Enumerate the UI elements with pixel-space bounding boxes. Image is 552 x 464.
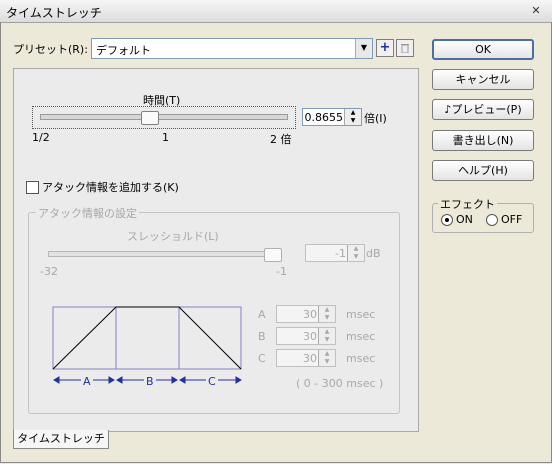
title-bar: タイムストレッチ ✕: [0, 0, 552, 23]
diagram-label-c: C: [206, 375, 218, 388]
time-tick-min: 1/2: [32, 131, 50, 144]
diagram-label-a: A: [81, 375, 93, 388]
threshold-value: -1: [335, 247, 346, 260]
field-c-spinner[interactable]: 30 ▲ ▼: [276, 349, 336, 367]
help-button[interactable]: ヘルプ(H): [432, 160, 534, 181]
chevron-down-icon[interactable]: ▼: [355, 39, 372, 58]
time-value-spinner[interactable]: 0.8655 ▲ ▼: [302, 108, 362, 126]
field-a-label: A: [258, 308, 266, 321]
export-button[interactable]: 書き出し(N): [432, 130, 534, 151]
field-a-value: 30: [303, 308, 317, 321]
attack-checkbox-label[interactable]: アタック情報を追加する(K): [42, 179, 179, 195]
window-title: タイムストレッチ: [6, 6, 102, 20]
diagram-label-b: B: [144, 375, 156, 388]
effect-off-label[interactable]: OFF: [501, 213, 522, 226]
spinner-arrows-icon[interactable]: ▲ ▼: [347, 245, 364, 261]
field-b-unit: msec: [346, 330, 376, 343]
field-b-label: B: [258, 330, 266, 343]
field-c-label: C: [258, 352, 266, 365]
field-c-unit: msec: [346, 352, 376, 365]
field-b-spinner[interactable]: 30 ▲ ▼: [276, 327, 336, 345]
threshold-spinner[interactable]: -1 ▲ ▼: [305, 244, 365, 262]
tab-time-stretch[interactable]: タイムストレッチ: [13, 430, 109, 449]
time-slider-track[interactable]: [40, 114, 288, 120]
msec-range-note: ( 0 - 300 msec ): [296, 377, 384, 390]
plus-icon[interactable]: +: [376, 39, 394, 57]
effect-off-radio[interactable]: [486, 214, 498, 226]
preview-button[interactable]: ♪プレビュー(P): [432, 99, 534, 120]
close-icon[interactable]: ✕: [528, 3, 544, 18]
spinner-arrows-icon[interactable]: ▲ ▼: [318, 328, 335, 344]
field-a-spinner[interactable]: 30 ▲ ▼: [276, 305, 336, 323]
preset-value: デフォルト: [96, 44, 151, 57]
ok-button[interactable]: OK: [432, 39, 534, 60]
threshold-range-max: -1: [276, 265, 287, 278]
cancel-button[interactable]: キャンセル: [432, 69, 534, 90]
time-tick-mid: 1: [162, 131, 169, 144]
time-unit-label: 倍(I): [364, 112, 387, 125]
time-tick-max: 2 倍: [270, 133, 292, 146]
threshold-slider-thumb[interactable]: [264, 248, 282, 262]
threshold-range-min: -32: [40, 265, 58, 278]
field-a-unit: msec: [346, 308, 376, 321]
preset-label: プリセット(R):: [13, 43, 88, 56]
effect-on-radio[interactable]: [441, 214, 453, 226]
field-b-value: 30: [303, 330, 317, 343]
spinner-arrows-icon[interactable]: ▲ ▼: [318, 306, 335, 322]
effect-group-label: エフェクト: [438, 196, 497, 212]
time-value: 0.8655: [304, 111, 344, 124]
trash-icon[interactable]: [396, 39, 414, 57]
threshold-label: スレッショルド(L): [127, 230, 219, 243]
threshold-unit: dB: [366, 247, 381, 260]
spinner-arrows-icon[interactable]: ▲ ▼: [318, 350, 335, 366]
time-slider-thumb[interactable]: [141, 111, 160, 125]
effect-on-label[interactable]: ON: [456, 213, 473, 226]
threshold-slider-track[interactable]: [48, 251, 282, 257]
attack-checkbox[interactable]: [26, 181, 39, 194]
attack-group-label: アタック情報の設定: [36, 205, 139, 221]
preset-combobox[interactable]: デフォルト ▼: [91, 38, 373, 59]
field-c-value: 30: [303, 352, 317, 365]
spinner-arrows-icon[interactable]: ▲ ▼: [344, 109, 361, 125]
